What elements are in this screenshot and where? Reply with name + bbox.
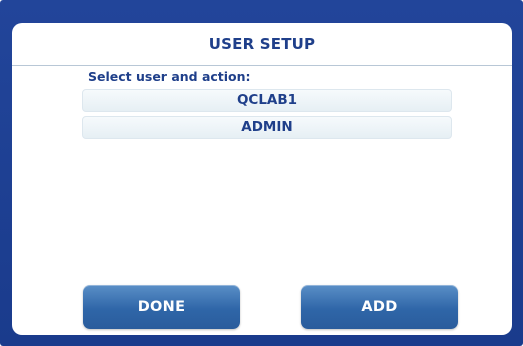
title-divider — [12, 65, 512, 66]
done-button[interactable]: DONE — [83, 285, 240, 329]
user-list: QCLAB1 ADMIN — [82, 89, 452, 143]
select-prompt: Select user and action: — [88, 69, 251, 84]
page-title: USER SETUP — [208, 35, 316, 53]
list-item-user-admin[interactable]: ADMIN — [82, 116, 452, 139]
device-frame: USER SETUP Select user and action: QCLAB… — [0, 0, 523, 346]
list-item-user-qclab1[interactable]: QCLAB1 — [82, 89, 452, 112]
user-setup-screen: USER SETUP Select user and action: QCLAB… — [12, 23, 512, 335]
add-button[interactable]: ADD — [301, 285, 458, 329]
